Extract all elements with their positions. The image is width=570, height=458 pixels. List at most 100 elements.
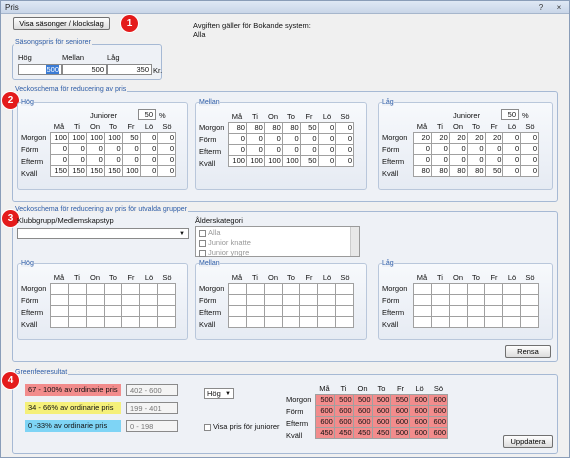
group-2-cell[interactable] (520, 283, 539, 295)
group-0-grid[interactable] (50, 283, 176, 328)
level-select[interactable]: Hög ▼ (204, 388, 234, 399)
group-1-cell[interactable] (317, 283, 337, 295)
update-button[interactable]: Uppdatera (503, 435, 553, 448)
weekly-1-cell[interactable]: 80 (281, 122, 301, 134)
weekly-2-cell[interactable]: 0 (484, 154, 504, 166)
group-1-cell[interactable] (281, 283, 301, 295)
weekly-2-cell[interactable]: 0 (466, 143, 486, 155)
weekly-2-cell[interactable]: 0 (466, 154, 486, 166)
weekly-2-cell[interactable]: 80 (413, 165, 432, 177)
weekly-0-cell[interactable]: 0 (50, 154, 69, 166)
group-2-cell[interactable] (466, 305, 486, 317)
group-2-cell[interactable] (466, 294, 486, 306)
weekly-2-cell[interactable]: 0 (502, 165, 522, 177)
group-1-cell[interactable] (245, 305, 265, 317)
weekly-2-grid[interactable]: 20 20 20 20 20 0 0 0 0 0 0 0 0 0 0 0 0 0 0 0 0 80 80 80 80 50 0 0 (413, 132, 539, 177)
group-1-cell[interactable] (335, 294, 354, 306)
weekly-0-cell[interactable]: 150 (103, 165, 123, 177)
weekly-1-cell[interactable]: 0 (317, 155, 337, 167)
weekly-2-cell[interactable]: 20 (413, 132, 432, 144)
group-0-cell[interactable] (67, 305, 87, 317)
group-2-cell[interactable] (430, 316, 450, 328)
group-2-cell[interactable] (502, 283, 522, 295)
weekly-0-cell[interactable]: 100 (85, 132, 105, 144)
age-item-knatte[interactable]: Junior knatte (199, 238, 251, 247)
group-0-cell[interactable] (103, 283, 123, 295)
weekly-1-cell[interactable]: 100 (263, 155, 283, 167)
weekly-1-cell[interactable]: 100 (281, 155, 301, 167)
weekly-2-cell[interactable]: 0 (502, 154, 522, 166)
senior-high-input[interactable]: 500 (18, 64, 62, 75)
group-0-cell[interactable] (121, 316, 141, 328)
group-0-cell[interactable] (85, 305, 105, 317)
group-0-cell[interactable] (157, 294, 176, 306)
weekly-2-junior-input[interactable]: 50 (501, 109, 519, 120)
weekly-1-cell[interactable]: 0 (317, 144, 337, 156)
weekly-0-cell[interactable]: 0 (121, 143, 141, 155)
group-0-cell[interactable] (50, 294, 69, 306)
weekly-2-cell[interactable]: 0 (520, 143, 539, 155)
group-0-cell[interactable] (103, 316, 123, 328)
group-0-cell[interactable] (121, 283, 141, 295)
group-0-cell[interactable] (85, 316, 105, 328)
weekly-0-cell[interactable]: 0 (67, 143, 87, 155)
weekly-2-cell[interactable]: 0 (520, 132, 539, 144)
weekly-0-cell[interactable]: 150 (67, 165, 87, 177)
group-2-cell[interactable] (448, 294, 468, 306)
weekly-0-cell[interactable]: 0 (67, 154, 87, 166)
group-1-cell[interactable] (317, 305, 337, 317)
weekly-2-cell[interactable]: 0 (484, 143, 504, 155)
club-select[interactable]: ▼ (17, 228, 189, 239)
weekly-2-cell[interactable]: 0 (413, 154, 432, 166)
group-1-cell[interactable] (228, 283, 247, 295)
weekly-2-cell[interactable]: 0 (520, 165, 539, 177)
group-0-cell[interactable] (103, 305, 123, 317)
weekly-0-cell[interactable]: 0 (50, 143, 69, 155)
group-0-cell[interactable] (67, 294, 87, 306)
group-0-cell[interactable] (103, 294, 123, 306)
group-0-cell[interactable] (139, 283, 159, 295)
weekly-2-cell[interactable]: 80 (466, 165, 486, 177)
senior-low-input[interactable]: 350 (107, 64, 152, 75)
group-1-cell[interactable] (317, 294, 337, 306)
weekly-0-cell[interactable]: 0 (103, 154, 123, 166)
weekly-0-cell[interactable]: 0 (85, 143, 105, 155)
group-1-cell[interactable] (245, 294, 265, 306)
group-0-cell[interactable] (67, 283, 87, 295)
weekly-1-grid[interactable]: 80 80 80 80 50 0 0 0 0 0 0 0 0 0 0 0 0 0 0 0 0 100 100 100 100 50… (228, 122, 354, 167)
weekly-1-cell[interactable]: 0 (245, 144, 265, 156)
group-2-cell[interactable] (520, 316, 539, 328)
group-1-cell[interactable] (263, 305, 283, 317)
weekly-2-cell[interactable]: 0 (430, 154, 450, 166)
group-2-cell[interactable] (520, 305, 539, 317)
group-1-cell[interactable] (281, 294, 301, 306)
weekly-1-cell[interactable]: 0 (281, 133, 301, 145)
weekly-1-cell[interactable]: 80 (245, 122, 265, 134)
group-1-cell[interactable] (245, 316, 265, 328)
group-1-cell[interactable] (299, 305, 319, 317)
group-2-cell[interactable] (484, 294, 504, 306)
weekly-1-cell[interactable]: 100 (228, 155, 247, 167)
weekly-1-cell[interactable]: 0 (317, 122, 337, 134)
weekly-2-cell[interactable]: 0 (502, 143, 522, 155)
weekly-2-cell[interactable]: 80 (448, 165, 468, 177)
group-0-cell[interactable] (50, 305, 69, 317)
group-0-cell[interactable] (121, 305, 141, 317)
weekly-2-cell[interactable]: 0 (413, 143, 432, 155)
group-1-cell[interactable] (281, 305, 301, 317)
weekly-0-cell[interactable]: 0 (121, 154, 141, 166)
weekly-1-cell[interactable]: 0 (335, 144, 354, 156)
weekly-2-cell[interactable]: 20 (448, 132, 468, 144)
weekly-2-cell[interactable]: 0 (448, 143, 468, 155)
group-2-cell[interactable] (413, 283, 432, 295)
group-2-cell[interactable] (502, 316, 522, 328)
group-1-cell[interactable] (228, 294, 247, 306)
weekly-1-cell[interactable]: 0 (299, 133, 319, 145)
group-0-cell[interactable] (50, 283, 69, 295)
weekly-0-cell[interactable]: 100 (50, 132, 69, 144)
weekly-1-cell[interactable]: 0 (263, 133, 283, 145)
group-1-cell[interactable] (228, 305, 247, 317)
group-1-cell[interactable] (299, 283, 319, 295)
group-2-cell[interactable] (466, 316, 486, 328)
group-2-cell[interactable] (448, 305, 468, 317)
